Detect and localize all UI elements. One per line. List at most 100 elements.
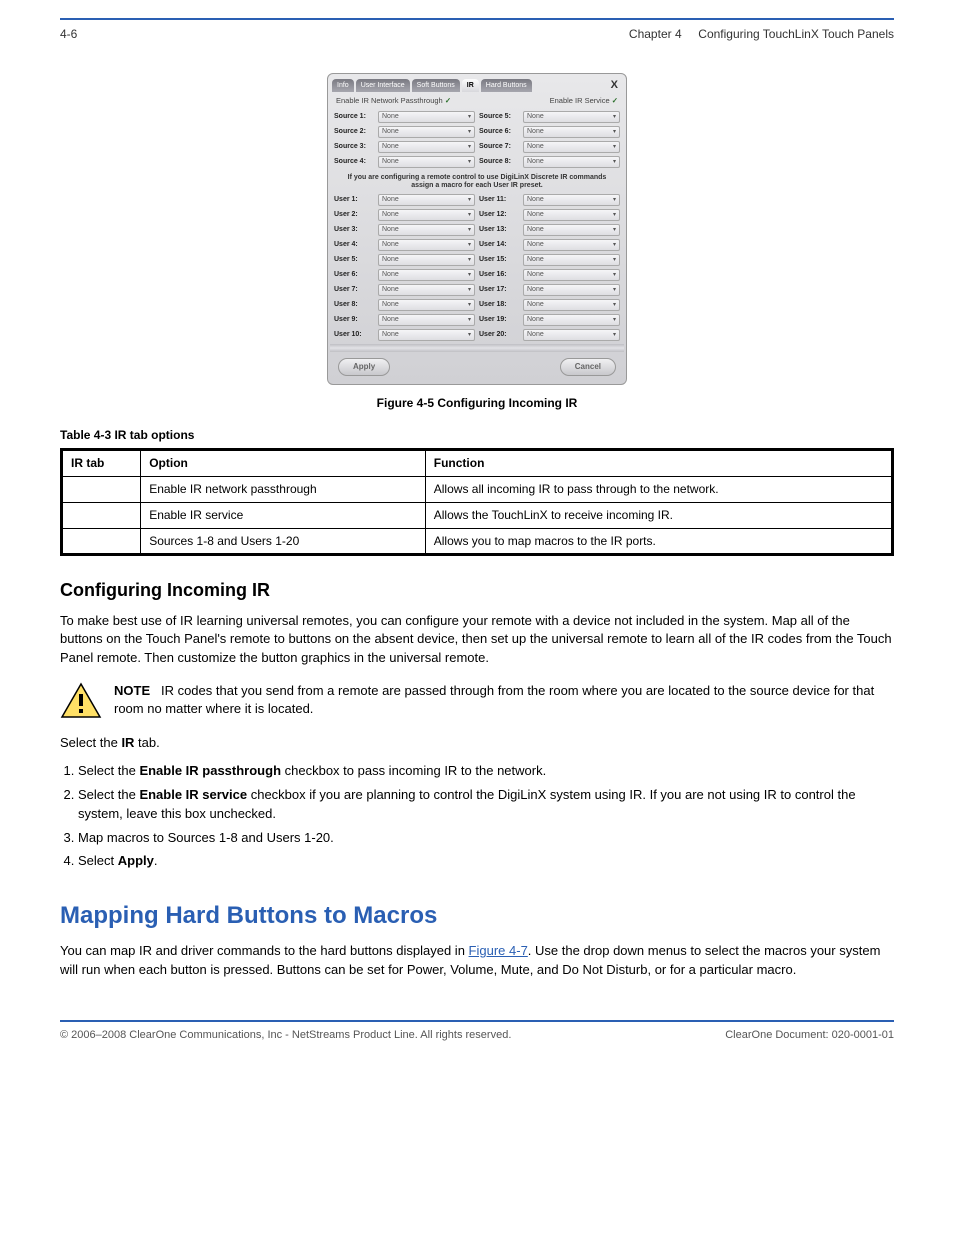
user-label: User 17:	[479, 285, 521, 295]
user-field: User 12:None▾	[479, 209, 620, 221]
user-dropdown[interactable]: None▾	[523, 284, 620, 296]
tab-soft-buttons[interactable]: Soft Buttons	[412, 79, 460, 93]
ir-options-table: IR tab Option Function Enable IR network…	[60, 448, 894, 556]
table-header-irtab: IR tab	[62, 450, 141, 477]
source-dropdown[interactable]: None▾	[523, 111, 620, 123]
user-dropdown[interactable]: None▾	[378, 299, 475, 311]
source-label: Source 7:	[479, 142, 521, 152]
user-dropdown[interactable]: None▾	[523, 239, 620, 251]
user-dropdown[interactable]: None▾	[378, 314, 475, 326]
chevron-down-icon: ▾	[613, 143, 616, 151]
source-label: Source 2:	[334, 127, 376, 137]
source-field: Source 4:None▾	[334, 156, 475, 168]
step-3: Map macros to Sources 1-8 and Users 1-20…	[78, 828, 894, 848]
note-prefix: NOTE	[114, 683, 150, 698]
step-2: Select the Enable IR service checkbox if…	[78, 785, 894, 824]
user-field: User 2:None▾	[334, 209, 475, 221]
source-dropdown[interactable]: None▾	[378, 111, 475, 123]
source-dropdown[interactable]: None▾	[378, 126, 475, 138]
user-dropdown[interactable]: None▾	[523, 209, 620, 221]
user-dropdown[interactable]: None▾	[378, 224, 475, 236]
source-dropdown[interactable]: None▾	[523, 156, 620, 168]
close-button[interactable]: X	[607, 78, 622, 93]
user-dropdown[interactable]: None▾	[378, 254, 475, 266]
chevron-down-icon: ▾	[468, 113, 471, 121]
chevron-down-icon: ▾	[468, 316, 471, 324]
step-4: Select Apply.	[78, 851, 894, 871]
user-field: User 8:None▾	[334, 299, 475, 311]
user-dropdown[interactable]: None▾	[523, 329, 620, 341]
source-field: Source 5:None▾	[479, 111, 620, 123]
apply-button[interactable]: Apply	[338, 358, 390, 375]
user-label: User 8:	[334, 300, 376, 310]
chevron-down-icon: ▾	[613, 271, 616, 279]
user-field: User 5:None▾	[334, 254, 475, 266]
user-field: User 14:None▾	[479, 239, 620, 251]
user-dropdown[interactable]: None▾	[378, 239, 475, 251]
user-dropdown[interactable]: None▾	[523, 299, 620, 311]
table-row: Sources 1-8 and Users 1-20 Allows you to…	[62, 528, 893, 555]
chevron-down-icon: ▾	[468, 211, 471, 219]
chapter-title: Configuring TouchLinX Touch Panels	[698, 27, 894, 41]
source-field: Source 1:None▾	[334, 111, 475, 123]
chevron-down-icon: ▾	[468, 158, 471, 166]
user-label: User 12:	[479, 210, 521, 220]
source-field: Source 2:None▾	[334, 126, 475, 138]
table-row: Enable IR service Allows the TouchLinX t…	[62, 502, 893, 528]
figure-link[interactable]: Figure 4-7	[469, 943, 528, 958]
source-label: Source 1:	[334, 112, 376, 122]
source-label: Source 6:	[479, 127, 521, 137]
user-dropdown[interactable]: None▾	[378, 209, 475, 221]
chevron-down-icon: ▾	[613, 301, 616, 309]
chevron-down-icon: ▾	[468, 286, 471, 294]
step-1: Select the Enable IR passthrough checkbo…	[78, 761, 894, 781]
user-field: User 17:None▾	[479, 284, 620, 296]
figure-caption: Figure 4-5 Configuring Incoming IR	[60, 395, 894, 412]
source-dropdown[interactable]: None▾	[523, 126, 620, 138]
source-dropdown[interactable]: None▾	[378, 141, 475, 153]
enable-ir-service-checkbox[interactable]: Enable IR Service	[550, 96, 618, 107]
tab-info[interactable]: Info	[332, 79, 354, 93]
user-field: User 7:None▾	[334, 284, 475, 296]
user-dropdown[interactable]: None▾	[523, 269, 620, 281]
chevron-down-icon: ▾	[468, 271, 471, 279]
chevron-down-icon: ▾	[613, 113, 616, 121]
steps-list: Select the Enable IR passthrough checkbo…	[60, 761, 894, 871]
user-dropdown[interactable]: None▾	[523, 254, 620, 266]
user-dropdown[interactable]: None▾	[523, 194, 620, 206]
chevron-down-icon: ▾	[613, 256, 616, 264]
user-dropdown[interactable]: None▾	[523, 224, 620, 236]
user-dropdown[interactable]: None▾	[378, 194, 475, 206]
user-dropdown[interactable]: None▾	[378, 269, 475, 281]
chevron-down-icon: ▾	[613, 316, 616, 324]
footer-docnum: ClearOne Document: 020-0001-01	[725, 1028, 894, 1043]
tab-hard-buttons[interactable]: Hard Buttons	[481, 79, 532, 93]
source-label: Source 4:	[334, 157, 376, 167]
user-label: User 19:	[479, 315, 521, 325]
user-field: User 20:None▾	[479, 329, 620, 341]
hard-buttons-para: You can map IR and driver commands to th…	[60, 942, 894, 980]
table-row: Enable IR network passthrough Allows all…	[62, 477, 893, 503]
steps-intro: Select the IR tab.	[60, 734, 894, 753]
user-dropdown[interactable]: None▾	[523, 314, 620, 326]
page-number: 4-6	[60, 26, 77, 43]
user-label: User 18:	[479, 300, 521, 310]
user-label: User 1:	[334, 195, 376, 205]
source-dropdown[interactable]: None▾	[523, 141, 620, 153]
note-block: NOTE IR codes that you send from a remot…	[60, 682, 894, 720]
user-label: User 7:	[334, 285, 376, 295]
enable-ir-passthrough-checkbox[interactable]: Enable IR Network Passthrough	[336, 96, 451, 107]
footer-copyright: © 2006–2008 ClearOne Communications, Inc…	[60, 1028, 511, 1043]
source-dropdown[interactable]: None▾	[378, 156, 475, 168]
user-field: User 3:None▾	[334, 224, 475, 236]
user-label: User 11:	[479, 195, 521, 205]
tab-user-interface[interactable]: User Interface	[356, 79, 410, 93]
user-dropdown[interactable]: None▾	[378, 284, 475, 296]
chevron-down-icon: ▾	[613, 211, 616, 219]
user-field: User 13:None▾	[479, 224, 620, 236]
user-dropdown[interactable]: None▾	[378, 329, 475, 341]
chevron-down-icon: ▾	[468, 143, 471, 151]
tab-ir[interactable]: IR	[462, 79, 479, 93]
source-field: Source 7:None▾	[479, 141, 620, 153]
cancel-button[interactable]: Cancel	[560, 358, 616, 375]
